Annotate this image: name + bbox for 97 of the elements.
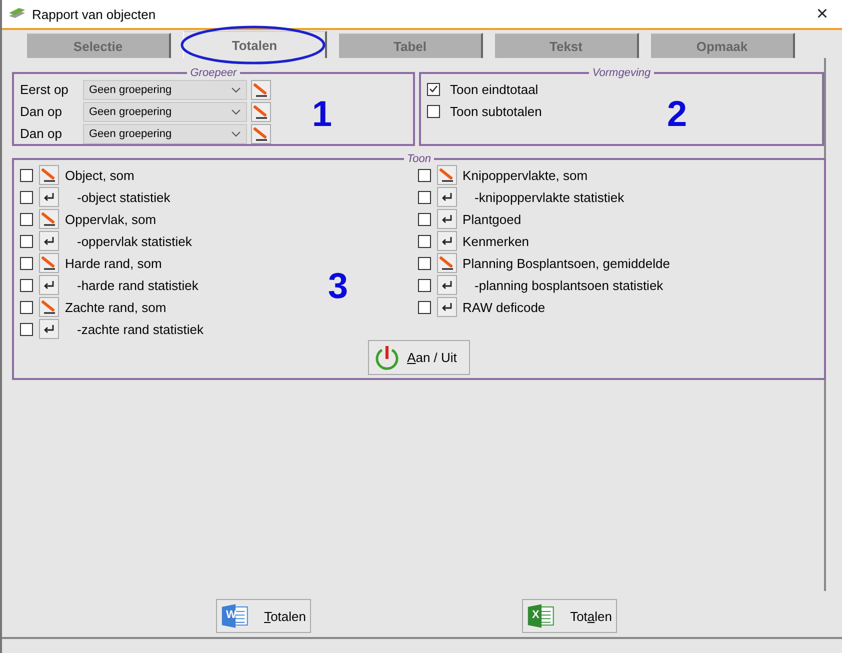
checkbox[interactable] (20, 212, 33, 226)
row-icon-button[interactable] (39, 253, 59, 273)
annotation-number: 3 (328, 268, 348, 304)
dropdown[interactable]: Geen groepering (83, 80, 247, 100)
option-label: -harde rand statistiek (76, 278, 198, 292)
option-label: Harde rand, som (65, 256, 162, 270)
pencil-icon (253, 82, 269, 98)
chevron-down-icon (231, 130, 241, 136)
window-title: Rapport van objecten (32, 6, 157, 22)
return-arrow-icon (43, 236, 55, 246)
row-icon-button[interactable] (39, 209, 59, 229)
row-icon-button[interactable] (436, 187, 457, 207)
spreadsheet-icon (527, 602, 556, 630)
field-label: Eerst op (19, 82, 70, 97)
icon-letter: W (226, 609, 236, 621)
annotation-number: 2 (667, 96, 688, 132)
edit-button[interactable] (251, 102, 271, 122)
checkbox-label: Toon subtotalen (450, 104, 542, 118)
pencil-icon (41, 211, 57, 227)
checkbox[interactable] (20, 322, 33, 336)
return-arrow-icon (43, 280, 55, 290)
dropdown[interactable]: Geen groepering (83, 102, 247, 122)
row-icon-button[interactable] (436, 253, 457, 273)
group-legend: Vormgeving (589, 68, 654, 78)
export-button[interactable]: W Totalen (216, 599, 311, 633)
dropdown[interactable]: Geen groepering (83, 124, 247, 144)
return-arrow-icon (440, 192, 453, 202)
checkbox[interactable] (418, 190, 431, 204)
close-button[interactable]: × (808, 4, 836, 24)
option-label: Kenmerken (462, 234, 530, 248)
pencil-icon (253, 126, 269, 142)
return-arrow-icon (440, 214, 453, 224)
checkbox[interactable] (418, 168, 431, 182)
row-icon-button[interactable] (436, 231, 457, 251)
checkbox[interactable] (418, 234, 431, 248)
option-label: -oppervlak statistiek (76, 234, 192, 248)
group-legend: Groepeer (187, 68, 240, 78)
option-label: RAW deficode (462, 300, 546, 314)
checkbox[interactable] (418, 212, 431, 226)
option-label: Object, som (65, 168, 134, 182)
icon-letter: X (532, 609, 540, 621)
row-icon-button[interactable] (436, 275, 457, 295)
edit-button[interactable] (251, 124, 271, 144)
export-button[interactable]: X Totalen (522, 599, 617, 633)
pencil-icon (253, 104, 269, 120)
checkbox[interactable] (20, 234, 33, 248)
row-icon-button[interactable] (39, 187, 59, 207)
checkbox[interactable] (20, 300, 33, 314)
checkbox[interactable] (418, 256, 431, 270)
field-label: Dan op (19, 126, 63, 141)
chevron-down-icon (231, 108, 241, 114)
pencil-icon (41, 299, 57, 315)
row-icon-button[interactable] (39, 319, 59, 339)
pencil-icon (41, 167, 57, 183)
checkbox[interactable] (20, 190, 33, 204)
option-label: Zachte rand, som (65, 300, 166, 314)
option-label: -planning bosplantsoen statistiek (474, 278, 664, 292)
checkbox[interactable] (418, 300, 431, 314)
row-icon-button[interactable] (39, 297, 59, 317)
option-label: -zachte rand statistiek (76, 322, 204, 336)
row-icon-button[interactable] (39, 275, 59, 295)
return-arrow-icon (440, 280, 453, 290)
checkbox[interactable] (427, 82, 440, 96)
app-logo-icon (8, 7, 26, 21)
group-legend: Toon (404, 154, 434, 164)
annotation-number: 1 (312, 96, 332, 132)
row-icon-button[interactable] (39, 231, 59, 251)
checkbox[interactable] (20, 168, 33, 182)
pencil-icon (41, 255, 57, 271)
checkbox[interactable] (20, 278, 33, 292)
edit-button[interactable] (251, 80, 271, 100)
checkbox-label: Toon eindtotaal (450, 82, 538, 96)
pencil-icon (438, 167, 455, 183)
row-icon-button[interactable] (436, 165, 457, 185)
power-icon (373, 344, 402, 372)
return-arrow-icon (440, 236, 453, 246)
checkbox[interactable] (418, 278, 431, 292)
option-label: Knipoppervlakte, som (462, 168, 588, 182)
checkbox[interactable] (427, 104, 440, 118)
row-icon-button[interactable] (39, 165, 59, 185)
document-icon (221, 602, 250, 630)
option-label: -knipoppervlakte statistiek (474, 190, 624, 204)
option-label: Plantgoed (462, 212, 522, 226)
option-label: -object statistiek (76, 190, 170, 204)
option-label: Planning Bosplantsoen, gemiddelde (462, 256, 670, 270)
row-icon-button[interactable] (436, 209, 457, 229)
return-arrow-icon (43, 192, 55, 202)
checkbox[interactable] (20, 256, 33, 270)
on-off-button[interactable]: Aan / Uit (368, 340, 470, 375)
pencil-icon (438, 255, 455, 271)
tab[interactable]: Totalen (183, 31, 327, 58)
return-arrow-icon (440, 302, 453, 312)
field-label: Dan op (19, 104, 63, 119)
option-label: Oppervlak, som (65, 212, 156, 226)
chevron-down-icon (231, 86, 241, 92)
return-arrow-icon (43, 324, 55, 334)
row-icon-button[interactable] (436, 297, 457, 317)
